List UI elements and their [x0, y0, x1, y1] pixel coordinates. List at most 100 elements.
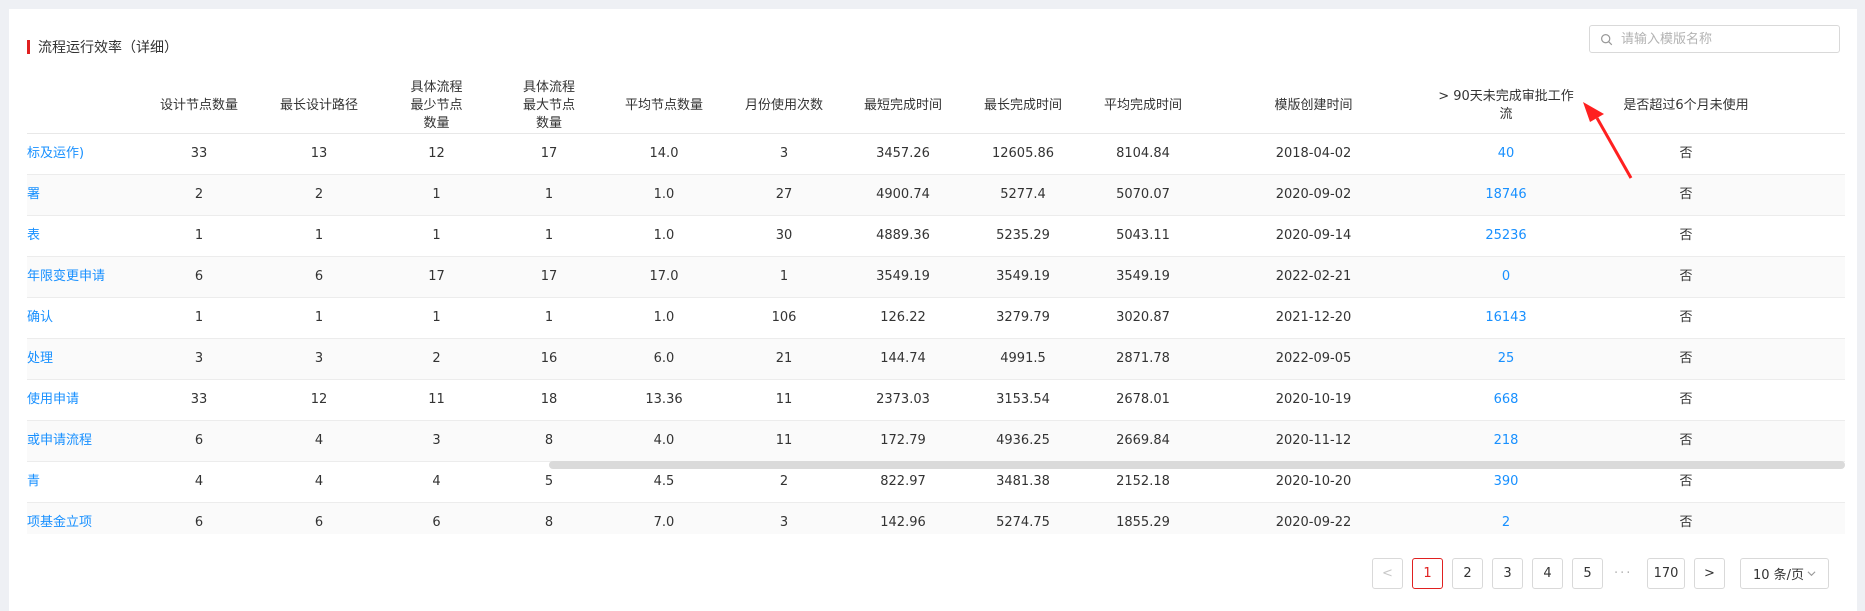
template-name-link[interactable]: 确认: [27, 309, 139, 327]
column-header-pending-90-days-text: > 90天未完成审批工作流: [1438, 89, 1574, 122]
column-header-max-nodes: 具体流程最大节点数量: [494, 79, 604, 133]
cell-max-nodes: 16: [540, 351, 558, 366]
cell-min-time: 3457.26: [876, 146, 930, 161]
cell-design-nodes: 1: [194, 310, 204, 325]
cell-min-time: 3549.19: [876, 269, 930, 284]
column-header-longest-path: 最长设计路径: [279, 98, 358, 113]
column-header-monthly-uses: 月份使用次数: [744, 98, 823, 113]
template-name-link[interactable]: 项基金立项: [27, 514, 139, 532]
chevron-down-icon: [1807, 571, 1816, 577]
column-header-design-nodes: 设计节点数量: [159, 98, 238, 113]
cell-pending-90-days[interactable]: 2: [1425, 514, 1587, 532]
cell-min-time: 144.74: [880, 351, 926, 366]
cell-pending-90-days[interactable]: 390: [1425, 473, 1587, 491]
template-name-link[interactable]: 署: [27, 186, 139, 204]
cell-unused-6-months: 否: [1679, 515, 1693, 530]
cell-max-nodes: 5: [544, 474, 554, 489]
cell-unused-6-months: 否: [1679, 474, 1693, 489]
cell-created-date: 2020-10-19: [1275, 392, 1352, 407]
cell-unused-6-months: 否: [1679, 228, 1693, 243]
cell-avg-time: 2678.01: [1116, 392, 1170, 407]
cell-monthly-uses: 21: [775, 351, 793, 366]
column-header-max-time: 最长完成时间: [983, 98, 1062, 113]
next-page-button[interactable]: >: [1694, 558, 1725, 589]
page-button-4[interactable]: 4: [1532, 558, 1563, 589]
page-button-2[interactable]: 2: [1452, 558, 1483, 589]
cell-max-time: 3549.19: [996, 269, 1050, 284]
column-header-unused-6-months: 是否超过6个月未使用: [1623, 98, 1749, 113]
cell-avg-time: 2152.18: [1116, 474, 1170, 489]
cell-avg-time: 5070.07: [1116, 187, 1170, 202]
cell-min-nodes: 3: [432, 433, 441, 448]
template-name-link[interactable]: 标及运作): [27, 145, 139, 163]
page-button-5[interactable]: 5: [1572, 558, 1603, 589]
pagination-ellipsis[interactable]: ···: [1614, 566, 1632, 581]
pagination: < 1 2 3 4 5 ··· 170 > 10 条/页: [9, 558, 1857, 590]
cell-avg-nodes: 1.0: [653, 228, 675, 243]
template-name-link[interactable]: 年限变更申请: [27, 268, 139, 286]
cell-unused-6-months: 否: [1679, 187, 1693, 202]
cell-min-time: 142.96: [880, 515, 926, 530]
page-button-3[interactable]: 3: [1492, 558, 1523, 589]
column-header-max-nodes-text: 具体流程最大节点数量: [522, 80, 575, 131]
template-name-link[interactable]: 表: [27, 227, 139, 245]
cell-min-nodes: 2: [432, 351, 441, 366]
cell-pending-90-days[interactable]: 218: [1425, 432, 1587, 450]
cell-max-nodes: 1: [544, 228, 554, 243]
cell-pending-90-days[interactable]: 16143: [1425, 309, 1587, 327]
cell-pending-90-days[interactable]: 668: [1425, 391, 1587, 409]
template-search-box[interactable]: [1589, 25, 1840, 53]
prev-page-button[interactable]: <: [1372, 558, 1403, 589]
cell-min-nodes: 6: [432, 515, 441, 530]
cell-min-time: 172.79: [880, 433, 926, 448]
column-header-created-date: 模版创建时间: [1274, 98, 1353, 113]
cell-avg-nodes: 14.0: [649, 146, 679, 161]
page-size-select[interactable]: 10 条/页: [1740, 558, 1829, 589]
cell-monthly-uses: 11: [775, 392, 793, 407]
cell-monthly-uses: 27: [775, 187, 793, 202]
cell-design-nodes: 1: [194, 228, 204, 243]
cell-created-date: 2021-12-20: [1275, 310, 1352, 325]
table-row: 或申请流程 6 4 3 8 4.0 11 172.79 4936.25 2669.84 2020-1…: [27, 421, 1845, 462]
cell-created-date: 2020-09-22: [1275, 515, 1352, 530]
cell-design-nodes: 4: [194, 474, 204, 489]
cell-design-nodes: 3: [194, 351, 204, 366]
search-input[interactable]: [1619, 30, 1823, 48]
template-name-link[interactable]: 或申请流程: [27, 432, 139, 450]
page-button-1[interactable]: 1: [1412, 558, 1443, 589]
cell-pending-90-days[interactable]: 25236: [1425, 227, 1587, 245]
cell-pending-90-days[interactable]: 18746: [1425, 186, 1587, 204]
cell-avg-nodes: 1.0: [653, 310, 675, 325]
cell-min-nodes: 1: [432, 187, 441, 202]
cell-pending-90-days[interactable]: 0: [1425, 268, 1587, 286]
cell-pending-90-days[interactable]: 25: [1425, 350, 1587, 368]
cell-avg-time: 1855.29: [1116, 515, 1170, 530]
page-button-last[interactable]: 170: [1647, 558, 1685, 589]
template-name-link[interactable]: 使用申请: [27, 391, 139, 409]
cell-max-nodes: 8: [544, 515, 554, 530]
cell-longest-path: 6: [314, 515, 324, 530]
table-row: 标及运作) 33 13 12 17 14.0 3 3457.26 12605.86 8104.84…: [27, 134, 1845, 175]
cell-created-date: 2020-09-02: [1275, 187, 1352, 202]
cell-min-nodes: 11: [428, 392, 445, 407]
search-icon: [1601, 33, 1613, 45]
column-header-min-nodes: 具体流程最少节点数量: [379, 79, 494, 133]
table-header-row: 设计节点数量 最长设计路径 具体流程最少节点数量 具体流程最大节点数量 平均节点…: [27, 79, 1845, 134]
cell-unused-6-months: 否: [1679, 310, 1693, 325]
cell-avg-nodes: 4.0: [653, 433, 675, 448]
cell-created-date: 2020-10-20: [1275, 474, 1352, 489]
template-name-link[interactable]: 青: [27, 473, 139, 491]
cell-pending-90-days[interactable]: 40: [1425, 145, 1587, 163]
cell-created-date: 2020-11-12: [1275, 433, 1352, 448]
column-header-avg-time: 平均完成时间: [1103, 98, 1182, 113]
cell-monthly-uses: 11: [775, 433, 793, 448]
cell-max-time: 3481.38: [996, 474, 1050, 489]
cell-max-nodes: 17: [540, 146, 558, 161]
cell-created-date: 2018-04-02: [1275, 146, 1352, 161]
cell-avg-time: 3549.19: [1116, 269, 1170, 284]
cell-created-date: 2022-02-21: [1275, 269, 1352, 284]
horizontal-scrollbar[interactable]: [549, 461, 1845, 469]
cell-max-nodes: 8: [544, 433, 554, 448]
cell-max-time: 12605.86: [991, 146, 1055, 161]
template-name-link[interactable]: 处理: [27, 350, 139, 368]
